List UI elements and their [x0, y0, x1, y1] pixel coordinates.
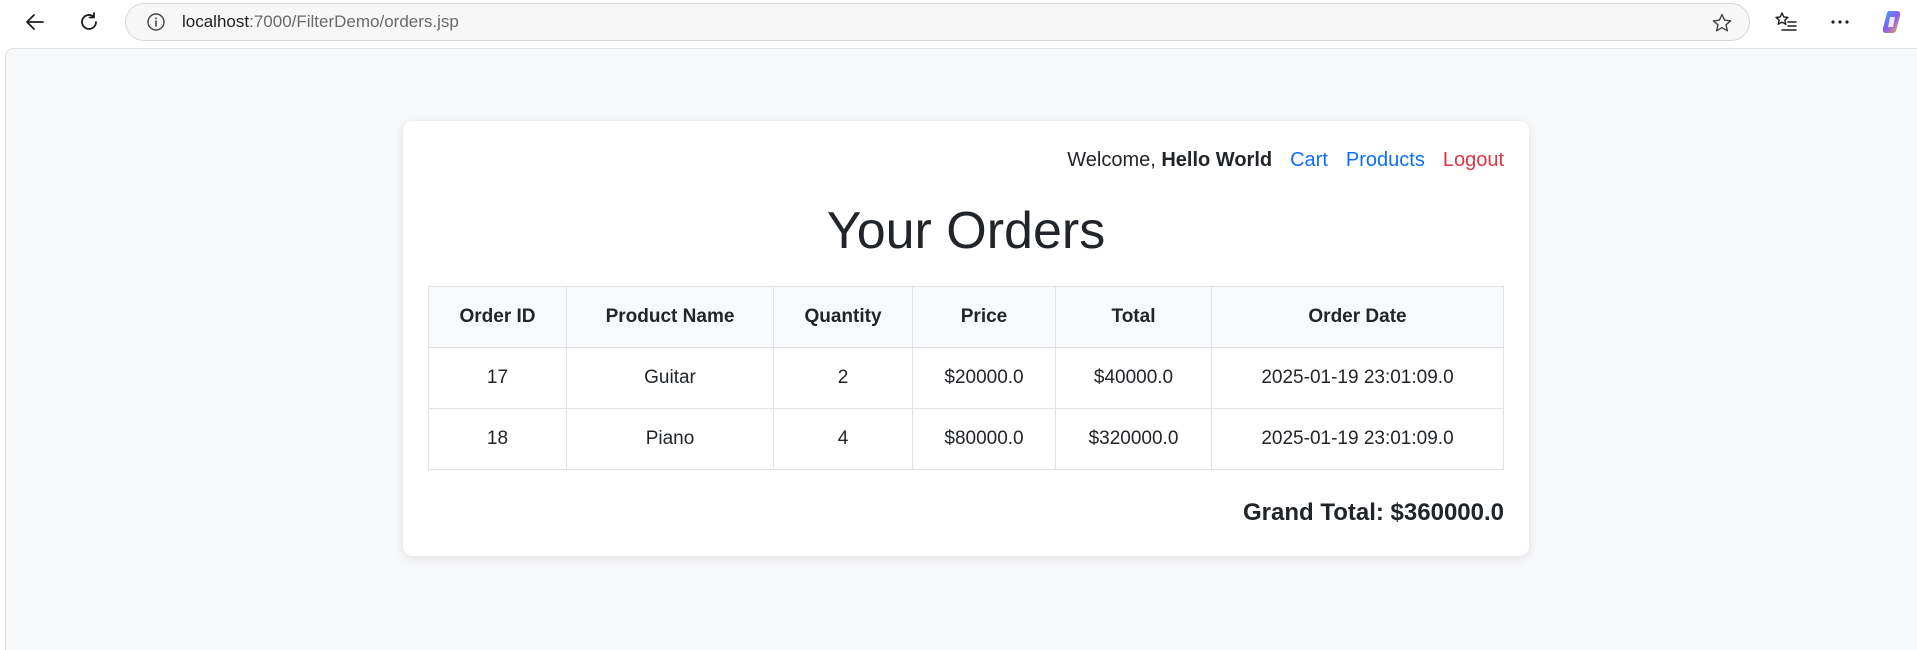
- orders-table: Order ID Product Name Quantity Price Tot…: [428, 286, 1504, 470]
- star-icon: [1712, 13, 1732, 32]
- welcome-message: Welcome, Hello World: [1067, 149, 1272, 172]
- address-bar[interactable]: localhost:7000/FilterDemo/orders.jsp: [125, 3, 1750, 41]
- table-header-row: Order ID Product Name Quantity Price Tot…: [428, 286, 1504, 348]
- site-info-icon[interactable]: [146, 12, 166, 32]
- cell-order-id: 18: [428, 408, 567, 470]
- cell-product-name: Piano: [566, 408, 774, 470]
- cell-quantity: 2: [773, 347, 913, 409]
- table-row: 18 Piano 4 $80000.0 $320000.0 2025-01-19…: [428, 408, 1504, 470]
- logout-link[interactable]: Logout: [1443, 149, 1504, 172]
- url-host: localhost: [182, 12, 250, 31]
- favorite-button[interactable]: [1711, 12, 1733, 34]
- cell-order-date: 2025-01-19 23:01:09.0: [1211, 347, 1504, 409]
- cell-quantity: 4: [773, 408, 913, 470]
- cell-product-name: Guitar: [566, 347, 774, 409]
- username: Hello World: [1161, 149, 1273, 171]
- more-button[interactable]: [1824, 6, 1856, 38]
- welcome-prefix: Welcome,: [1067, 149, 1162, 171]
- column-header-order-id: Order ID: [428, 286, 567, 348]
- copilot-button[interactable]: [1876, 6, 1908, 38]
- user-nav: Welcome, Hello World Cart Products Logou…: [1067, 149, 1504, 172]
- copilot-icon: [1882, 11, 1901, 33]
- url-path: :7000/FilterDemo/orders.jsp: [249, 12, 459, 31]
- favorites-list-icon: [1775, 12, 1797, 31]
- column-header-order-date: Order Date: [1211, 286, 1504, 348]
- column-header-product-name: Product Name: [566, 286, 774, 348]
- cell-total: $40000.0: [1055, 347, 1212, 409]
- cell-price: $80000.0: [912, 408, 1056, 470]
- products-link[interactable]: Products: [1346, 149, 1425, 172]
- cell-price: $20000.0: [912, 347, 1056, 409]
- orders-card: Welcome, Hello World Cart Products Logou…: [403, 121, 1529, 556]
- column-header-quantity: Quantity: [773, 286, 913, 348]
- more-dots-icon: [1831, 20, 1849, 24]
- cell-total: $320000.0: [1055, 408, 1212, 470]
- reload-button[interactable]: [73, 6, 105, 38]
- page-viewport: Welcome, Hello World Cart Products Logou…: [5, 48, 1917, 650]
- cell-order-id: 17: [428, 347, 567, 409]
- grand-total: Grand Total: $360000.0: [1243, 499, 1504, 526]
- back-button[interactable]: [19, 6, 51, 38]
- cell-order-date: 2025-01-19 23:01:09.0: [1211, 408, 1504, 470]
- page-title: Your Orders: [826, 202, 1106, 260]
- browser-toolbar: localhost:7000/FilterDemo/orders.jsp: [0, 0, 1917, 44]
- column-header-total: Total: [1055, 286, 1212, 348]
- reload-icon: [81, 12, 97, 30]
- column-header-price: Price: [912, 286, 1056, 348]
- table-row: 17 Guitar 2 $20000.0 $40000.0 2025-01-19…: [428, 347, 1504, 409]
- back-arrow-icon: [26, 14, 44, 30]
- cart-link[interactable]: Cart: [1290, 149, 1328, 172]
- favorites-button[interactable]: [1770, 6, 1802, 38]
